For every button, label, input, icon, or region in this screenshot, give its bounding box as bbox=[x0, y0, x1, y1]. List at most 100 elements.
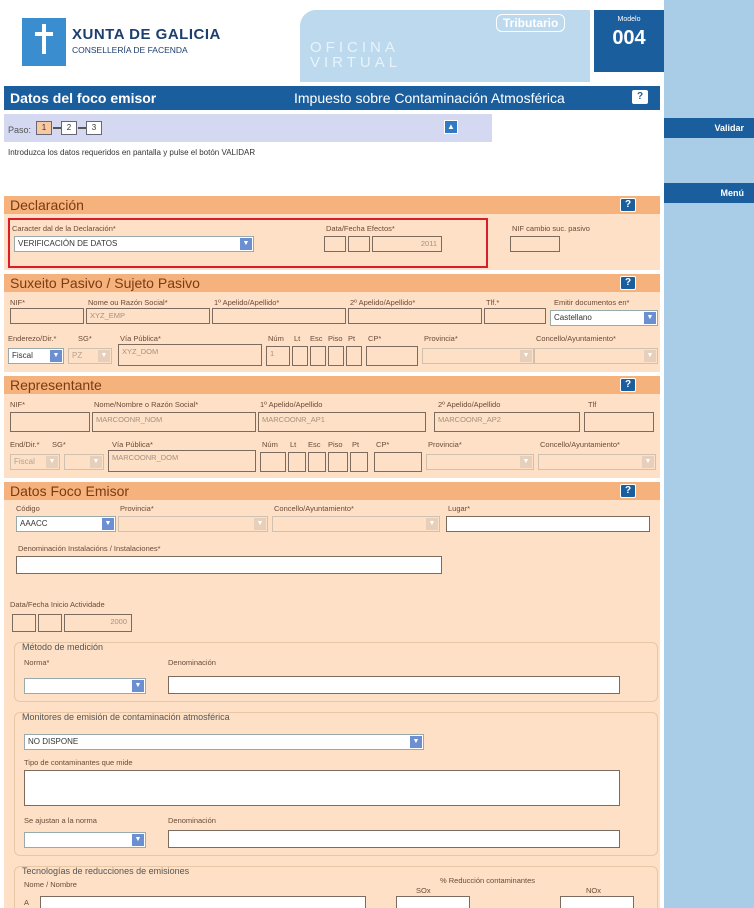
collapse-up-icon[interactable]: ▲ bbox=[444, 120, 458, 134]
rep-esc-field[interactable] bbox=[308, 452, 326, 472]
codigo-value: AAACC bbox=[20, 519, 48, 528]
rep-concello-label: Concello/Ayuntamiento* bbox=[540, 440, 620, 449]
num-field[interactable]: 1 bbox=[266, 346, 290, 366]
rep-enderezo-select[interactable]: Fiscal ▼ bbox=[10, 454, 60, 470]
rep-pt-field[interactable] bbox=[350, 452, 368, 472]
chevron-down-icon: ▼ bbox=[520, 456, 532, 468]
sujeto-title: Suxeito Pasivo / Sujeto Pasivo bbox=[10, 275, 200, 291]
rep-apellido2-field[interactable]: MARCOONR_AP2 bbox=[434, 412, 580, 432]
rep-apellido2-label: 2º Apelido/Apellido bbox=[438, 400, 501, 409]
nox-field[interactable] bbox=[560, 896, 634, 908]
nome-field[interactable]: XYZ_EMP bbox=[86, 308, 210, 324]
norma-label: Norma* bbox=[24, 658, 50, 667]
chevron-down-icon: ▼ bbox=[46, 456, 58, 468]
declaracion-help-icon[interactable]: ? bbox=[620, 198, 636, 212]
piso-field[interactable] bbox=[328, 346, 344, 366]
highlight-box bbox=[8, 218, 488, 268]
tec-nome-field[interactable] bbox=[40, 896, 366, 908]
chevron-down-icon: ▼ bbox=[426, 518, 438, 530]
rep-nif-field[interactable] bbox=[10, 412, 90, 432]
denominacion-field[interactable] bbox=[16, 556, 442, 574]
blank-panel bbox=[492, 114, 660, 192]
step-2-button[interactable]: 2 bbox=[61, 121, 77, 135]
monitores-denominacion-label: Denominación bbox=[168, 816, 216, 825]
tributario-badge: Tributario bbox=[496, 14, 566, 32]
via-label: Vía Pública* bbox=[120, 334, 161, 343]
data-inicio-day-field[interactable] bbox=[12, 614, 36, 632]
rep-via-field[interactable]: MARCOONR_DOM bbox=[108, 450, 256, 472]
step-1-button[interactable]: 1 bbox=[36, 121, 52, 135]
right-sidebar: Validar Menú bbox=[664, 0, 754, 908]
rep-num-field[interactable] bbox=[260, 452, 286, 472]
emitir-label: Emitir documentos en* bbox=[554, 298, 630, 307]
tec-row-label: A bbox=[24, 898, 30, 907]
tlf-label: Tlf.* bbox=[486, 298, 500, 307]
rep-nome-label: Nome/Nombre o Razón Social* bbox=[94, 400, 199, 409]
step-bar: Paso: 1 2 3 ▲ bbox=[4, 114, 492, 142]
denominacion-label: Denominación Instalacións / Instalacione… bbox=[18, 544, 161, 553]
apellido2-label: 2º Apelido/Apellido* bbox=[350, 298, 416, 307]
modelo-box: Modelo 004 bbox=[594, 10, 664, 72]
lugar-field[interactable] bbox=[446, 516, 650, 532]
rep-provincia-select[interactable]: ▼ bbox=[426, 454, 534, 470]
apellido2-field[interactable] bbox=[348, 308, 482, 324]
rep-piso-field[interactable] bbox=[328, 452, 348, 472]
monitores-denominacion-field[interactable] bbox=[168, 830, 620, 848]
sox-field[interactable] bbox=[396, 896, 470, 908]
tipo-contaminantes-textarea[interactable] bbox=[24, 770, 620, 806]
enderezo-select[interactable]: Fiscal ▼ bbox=[8, 348, 64, 364]
nif-field[interactable] bbox=[10, 308, 84, 324]
representante-help-icon[interactable]: ? bbox=[620, 378, 636, 392]
representante-header: Representante ? bbox=[4, 376, 660, 394]
step-3-button[interactable]: 3 bbox=[86, 121, 102, 135]
rep-lt-field[interactable] bbox=[288, 452, 306, 472]
nif-cambio-field[interactable] bbox=[510, 236, 560, 252]
idioma-select[interactable]: Castellano ▼ bbox=[550, 310, 658, 326]
lt-field[interactable] bbox=[292, 346, 308, 366]
modelo-number: 004 bbox=[612, 27, 646, 49]
concello-select[interactable]: ▼ bbox=[534, 348, 658, 364]
codigo-select[interactable]: AAACC ▼ bbox=[16, 516, 116, 532]
chevron-down-icon: ▼ bbox=[98, 350, 110, 362]
rep-sg-select[interactable]: ▼ bbox=[64, 454, 104, 470]
rep-apellido1-field[interactable]: MARCOONR_AP1 bbox=[258, 412, 426, 432]
monitores-select[interactable]: NO DISPONE ▼ bbox=[24, 734, 424, 750]
rep-tlf-field[interactable] bbox=[584, 412, 654, 432]
norma-select[interactable]: ▼ bbox=[24, 678, 146, 694]
help-icon[interactable]: ? bbox=[632, 90, 648, 104]
enderezo-label: Enderezo/Dir.* bbox=[8, 334, 57, 343]
monitores-value: NO DISPONE bbox=[28, 737, 79, 746]
data-inicio-year-field[interactable]: 2000 bbox=[64, 614, 132, 632]
sujeto-body: NIF* Nome ou Razón Social* XYZ_EMP 1º Ap… bbox=[4, 292, 660, 372]
declaracion-title: Declaración bbox=[10, 197, 84, 213]
validar-button[interactable]: Validar bbox=[664, 118, 754, 138]
foco-help-icon[interactable]: ? bbox=[620, 484, 636, 498]
pt-field[interactable] bbox=[346, 346, 362, 366]
pt-label: Pt bbox=[348, 334, 356, 343]
cp-field[interactable] bbox=[366, 346, 418, 366]
rep-sg-label: SG* bbox=[52, 440, 66, 449]
tlf-field[interactable] bbox=[484, 308, 546, 324]
nif-label: NIF* bbox=[10, 298, 25, 307]
ajustan-select[interactable]: ▼ bbox=[24, 832, 146, 848]
metodo-denominacion-field[interactable] bbox=[168, 676, 620, 694]
foco-title: Datos Foco Emisor bbox=[10, 483, 130, 499]
logo-title: XUNTA DE GALICIA bbox=[72, 26, 221, 43]
tecnologias-title: Tecnologías de reducciones de emisiones bbox=[22, 866, 190, 876]
foco-provincia-select[interactable]: ▼ bbox=[118, 516, 268, 532]
esc-field[interactable] bbox=[310, 346, 326, 366]
menu-button[interactable]: Menú bbox=[664, 183, 754, 203]
provincia-select[interactable]: ▼ bbox=[422, 348, 534, 364]
sg-select[interactable]: PZ ▼ bbox=[68, 348, 112, 364]
data-inicio-month-field[interactable] bbox=[38, 614, 62, 632]
chevron-down-icon: ▼ bbox=[132, 680, 144, 692]
apellido1-field[interactable] bbox=[212, 308, 346, 324]
sujeto-help-icon[interactable]: ? bbox=[620, 276, 636, 290]
rep-cp-field[interactable] bbox=[374, 452, 422, 472]
rep-nome-field[interactable]: MARCOONR_NOM bbox=[92, 412, 256, 432]
foco-concello-select[interactable]: ▼ bbox=[272, 516, 440, 532]
chevron-down-icon: ▼ bbox=[642, 456, 654, 468]
rep-concello-select[interactable]: ▼ bbox=[538, 454, 656, 470]
via-field[interactable]: XYZ_DOM bbox=[118, 344, 262, 366]
rep-provincia-label: Provincia* bbox=[428, 440, 462, 449]
